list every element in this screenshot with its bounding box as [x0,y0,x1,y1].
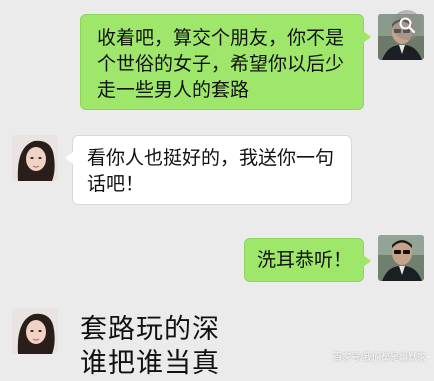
search-icon[interactable] [392,10,422,40]
message-bubble-outgoing[interactable]: 收着吧，算交个朋友，你不是 个世俗的女子，希望你以后少 走一些男人的套路 [80,14,371,110]
contact-avatar-woman[interactable] [12,308,58,354]
watermark-text: 百家号/我们都是幽默家 [332,353,426,363]
contact-avatar-woman[interactable] [12,135,58,181]
chat-conversation: 收着吧，算交个朋友，你不是 个世俗的女子，希望你以后少 走一些男人的套路 看你人… [0,0,434,379]
message-bubble-outgoing[interactable]: 洗耳恭听！ [244,238,371,282]
contact-avatar-man[interactable] [378,235,424,281]
message-bubble-incoming[interactable]: 看你人也挺好的，我送你一句 话吧！ [65,135,352,205]
